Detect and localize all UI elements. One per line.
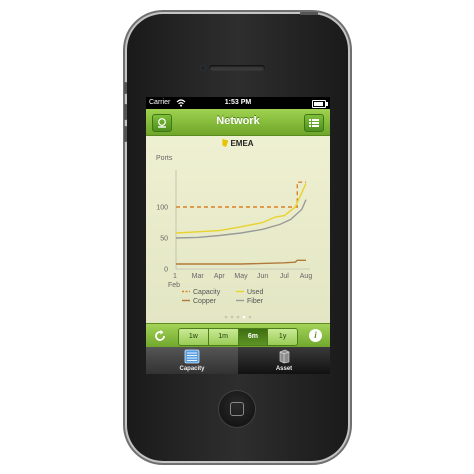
range-1w[interactable]: 1w [179, 329, 209, 345]
screen: Carrier 1:53 PM Network EMEA Ports 100 5… [146, 97, 330, 374]
page-dot [230, 315, 234, 319]
tab-label: Asset [275, 366, 293, 372]
clock: 1:53 PM [224, 99, 252, 106]
page-dot [242, 315, 246, 319]
page-dot [248, 315, 252, 319]
series-copper [176, 259, 306, 265]
y-tick-label: 50 [160, 236, 168, 243]
ringer-switch [124, 82, 127, 94]
legend-label: Fiber [247, 298, 264, 305]
home-square-icon [230, 402, 244, 416]
time-range-selector: 1w 1m 6m 1y [178, 328, 298, 346]
list-button[interactable] [304, 114, 324, 132]
asset-icon [279, 349, 290, 364]
y-tick-label: 0 [164, 267, 168, 274]
power-button [300, 12, 318, 15]
x-tick-sublabel: Feb [168, 282, 180, 289]
capacity-icon [184, 349, 200, 364]
x-tick-label: Jun [257, 273, 268, 280]
status-bar: Carrier 1:53 PM [146, 97, 330, 109]
page-dot [224, 315, 228, 319]
series-capacity [176, 181, 306, 208]
navigation-bar: Network [146, 109, 330, 136]
range-6m[interactable]: 6m [238, 329, 269, 345]
legend-label: Copper [193, 298, 217, 305]
volume-up-button [124, 104, 127, 120]
legend-label: Used [247, 289, 263, 296]
tab-label: Capacity [179, 366, 205, 372]
volume-down-button [124, 126, 127, 142]
x-tick-label: May [234, 273, 248, 280]
info-button[interactable]: i [309, 329, 322, 342]
tab-asset[interactable]: Asset [238, 347, 330, 374]
x-tick-label: Jul [280, 273, 289, 280]
list-icon [309, 119, 319, 127]
home-button[interactable] [219, 391, 255, 427]
chart-panel[interactable]: EMEA Ports 100 50 0 1 Mar Apr May Jun Jul Aug Feb Ca… [146, 136, 330, 323]
tab-bar: Capacity Asset [146, 347, 330, 374]
front-camera [200, 65, 206, 71]
legend-label: Capacity [193, 289, 221, 296]
bottom-toolbar: 1w 1m 6m 1y i [146, 323, 330, 348]
y-axis-label: Ports [156, 155, 173, 162]
range-1m[interactable]: 1m [208, 329, 239, 345]
page-dot [236, 315, 240, 319]
tab-capacity[interactable]: Capacity [146, 347, 238, 374]
page-title: Network [216, 115, 260, 127]
range-1y[interactable]: 1y [268, 329, 297, 345]
x-tick-label: Aug [300, 273, 313, 280]
series-used [175, 183, 307, 234]
x-tick-label: Apr [214, 273, 226, 280]
battery-icon [312, 100, 328, 108]
x-tick-label: 1 [173, 273, 177, 280]
earpiece-speaker [209, 65, 265, 71]
x-tick-label: Mar [192, 273, 205, 280]
capacity-chart: Ports 100 50 01 Mar Apr May Jun Jul Aug Feb Capacit… [156, 155, 313, 319]
y-tick-label: 100 [156, 205, 168, 212]
refresh-icon[interactable] [153, 329, 167, 343]
